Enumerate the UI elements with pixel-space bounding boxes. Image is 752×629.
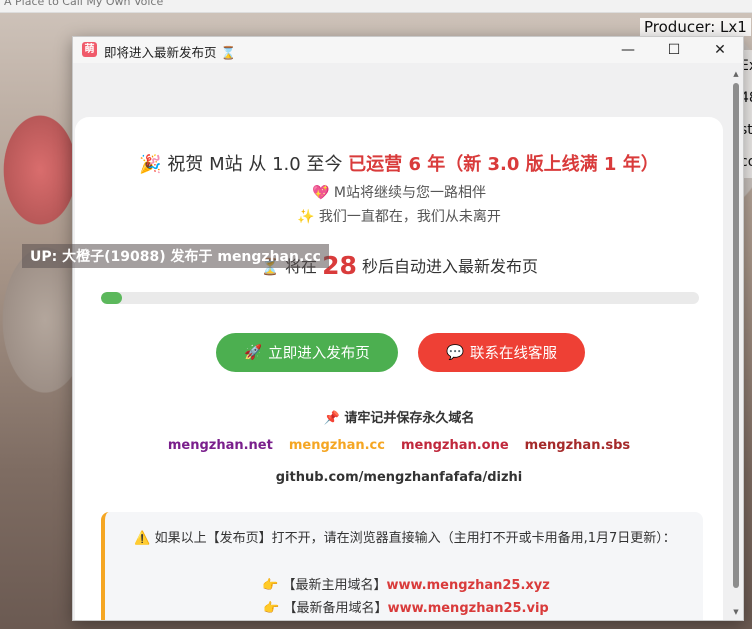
close-button[interactable]: ✕ xyxy=(697,37,743,63)
notice-text: ⚠️ 如果以上【发布页】打不开，请在浏览器直接输入（主用打不开或卡用备用,1月7… xyxy=(134,531,676,546)
rocket-icon: 🚀 xyxy=(244,345,263,361)
domain-link[interactable]: mengzhan.sbs xyxy=(525,438,631,453)
permanent-domains-title: 📌 请牢记并保存永久域名 xyxy=(323,411,475,426)
domain-link[interactable]: mengzhan.cc xyxy=(289,438,385,453)
enter-release-page-button[interactable]: 🚀 立即进入发布页 xyxy=(216,333,398,372)
github-address[interactable]: github.com/mengzhanfafafa/dizhi xyxy=(75,470,723,485)
app-logo-icon: 萌 xyxy=(82,42,97,57)
background-window-titlebar: A Place to Call My Own Voice xyxy=(0,0,752,13)
maximize-button[interactable]: ☐ xyxy=(651,37,697,63)
contact-support-button[interactable]: 💬 联系在线客服 xyxy=(418,333,585,372)
announcement-card: 🎉 祝贺 M站 从 1.0 至今 已运营 6 年（新 3.0 版上线满 1 年）… xyxy=(75,117,723,620)
notice-item-backup: 👉 【最新备用域名】www.mengzhan25.vip xyxy=(105,597,707,616)
headline-emphasis: 已运营 6 年（新 3.0 版上线满 1 年） xyxy=(348,154,659,175)
domain-link[interactable]: mengzhan.one xyxy=(401,438,509,453)
window-title: 即将进入最新发布页 ⌛ xyxy=(104,45,237,60)
scroll-down-arrow-icon[interactable]: ▼ xyxy=(731,607,741,617)
countdown-progress-bar xyxy=(101,292,699,304)
backup-domain-link[interactable]: www.mengzhan25.vip xyxy=(388,601,549,616)
anniversary-headline: 🎉 祝贺 M站 从 1.0 至今 已运营 6 年（新 3.0 版上线满 1 年） xyxy=(75,150,723,176)
permanent-domain-list: mengzhan.net mengzhan.cc mengzhan.one me… xyxy=(75,438,723,453)
backup-domain-notice: ⚠️ 如果以上【发布页】打不开，请在浏览器直接输入（主用打不开或卡用备用,1月7… xyxy=(101,512,703,620)
enter-button-label: 立即进入发布页 xyxy=(268,346,370,362)
minimize-button[interactable]: — xyxy=(605,37,651,63)
notice-item-primary: 👉 【最新主用域名】www.mengzhan25.xyz xyxy=(105,574,707,593)
chat-bubble-icon: 💬 xyxy=(445,345,465,361)
background-producer-text: Producer: Lx1 xyxy=(640,18,751,36)
notice-item-label: 👉 【最新主用域名】 xyxy=(262,578,387,593)
notice-item-label: 👉 【最新备用域名】 xyxy=(263,601,388,616)
uploader-tag: UP: 大橙子(19088) 发布于 mengzhan.cc xyxy=(22,244,329,268)
progress-fill xyxy=(101,292,122,304)
scroll-up-arrow-icon[interactable]: ▲ xyxy=(731,69,741,79)
support-button-label: 联系在线客服 xyxy=(470,346,558,362)
domain-link[interactable]: mengzhan.net xyxy=(168,438,273,453)
vertical-scrollbar[interactable]: ▲ ▼ xyxy=(731,69,741,617)
subtitle-line-2: ✨ 我们一直都在，我们从未离开 xyxy=(297,209,501,225)
window-controls: — ☐ ✕ xyxy=(605,37,743,63)
primary-domain-link[interactable]: www.mengzhan25.xyz xyxy=(386,578,549,593)
countdown-suffix: 秒后自动进入最新发布页 xyxy=(356,257,538,276)
subtitle-line-1: 💖 M站将继续与您一路相伴 xyxy=(312,185,486,201)
headline-prefix: 🎉 祝贺 M站 从 1.0 至今 xyxy=(139,154,349,175)
window-titlebar[interactable]: 萌 即将进入最新发布页 ⌛ — ☐ ✕ xyxy=(73,37,743,63)
scrollbar-thumb[interactable] xyxy=(733,83,739,588)
release-page-popup-window: 萌 即将进入最新发布页 ⌛ — ☐ ✕ 🎉 祝贺 M站 从 1.0 至今 已运营… xyxy=(72,36,744,621)
background-window-title: A Place to Call My Own Voice xyxy=(4,0,164,8)
